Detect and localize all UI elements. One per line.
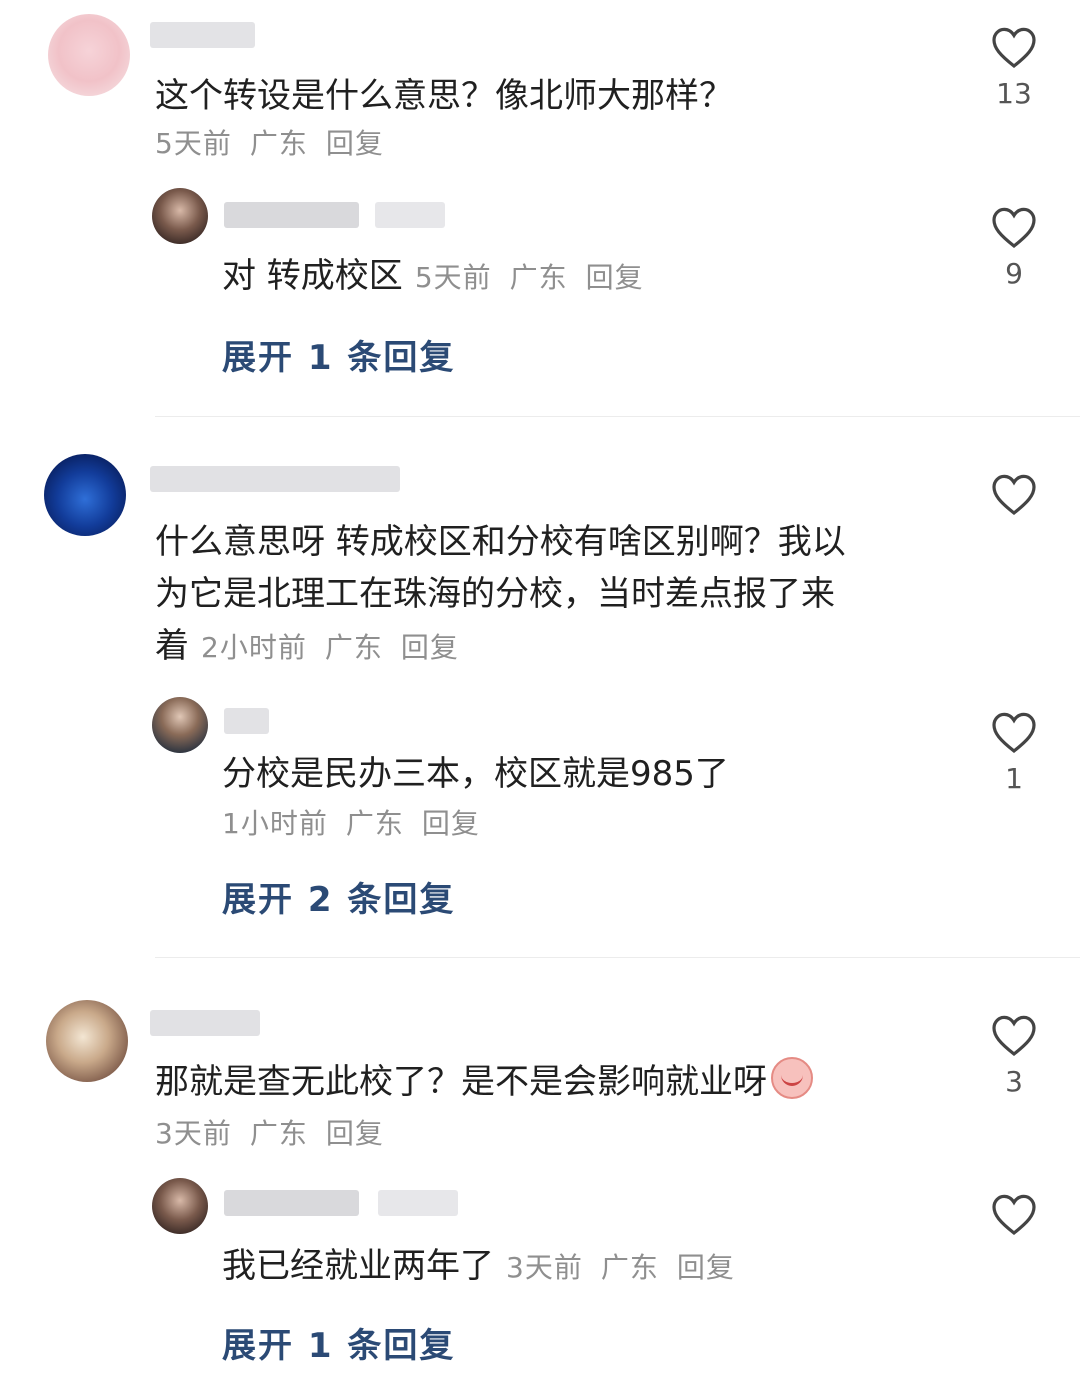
divider — [155, 957, 1080, 958]
heart-icon — [992, 474, 1036, 516]
reply-button[interactable]: 回复 — [326, 1117, 384, 1150]
reply-meta: 1小时前 广东 回复 — [222, 802, 498, 842]
reply-time: 1小时前 — [222, 807, 328, 840]
reply-like-button[interactable]: 9 — [982, 205, 1046, 290]
reply-button[interactable]: 回复 — [401, 631, 459, 664]
heart-icon — [992, 207, 1036, 249]
reply-location: 广东 — [345, 807, 404, 840]
reply-like-button[interactable] — [982, 1192, 1046, 1236]
reply-text: 对 转成校区 5天前 广东 回复 — [222, 250, 662, 304]
reply-button[interactable]: 回复 — [326, 127, 384, 160]
comment-text: 那就是查无此校了？是不是会影响就业呀 — [155, 1056, 813, 1108]
reply-like-count: 9 — [1005, 257, 1023, 290]
avatar[interactable] — [46, 1000, 128, 1082]
like-button[interactable] — [982, 472, 1046, 516]
comment-time: 5天前 — [155, 127, 232, 160]
reply-meta: 3天前 广东 回复 — [506, 1251, 753, 1284]
reply-location: 广东 — [509, 261, 568, 294]
reply-like-count: 1 — [1005, 762, 1023, 795]
avatar[interactable] — [44, 454, 126, 536]
comment-meta: 3天前 广东 回复 — [155, 1112, 402, 1152]
reply-author-tag-blurred — [378, 1190, 458, 1216]
reply-location: 广东 — [600, 1251, 659, 1284]
comment-location: 广东 — [249, 1117, 308, 1150]
comment-text-content: 着 — [155, 626, 189, 666]
reply-meta: 5天前 广东 回复 — [415, 261, 662, 294]
reply-reply-button[interactable]: 回复 — [586, 261, 644, 294]
reply-avatar[interactable] — [152, 697, 208, 753]
comment-meta: 2小时前 广东 回复 — [201, 631, 477, 664]
like-button[interactable]: 3 — [982, 1013, 1046, 1098]
crying-face-emoji-icon — [771, 1057, 813, 1099]
username-blurred[interactable] — [150, 466, 400, 492]
heart-icon — [992, 1015, 1036, 1057]
comment-text-line-3: 着 2小时前 广东 回复 — [155, 620, 477, 674]
reply-reply-button[interactable]: 回复 — [677, 1251, 735, 1284]
reply-time: 5天前 — [414, 261, 492, 294]
reply-avatar[interactable] — [152, 188, 208, 244]
like-button[interactable]: 13 — [982, 25, 1046, 110]
reply-text: 分校是民办三本，校区就是985了 — [222, 754, 729, 794]
heart-icon — [992, 27, 1036, 69]
comment-text-line-1: 什么意思呀 转成校区和分校有啥区别啊？我以 — [155, 522, 846, 562]
reply-username-blurred[interactable] — [224, 708, 269, 734]
comment-time: 2小时前 — [201, 631, 307, 664]
reply-avatar[interactable] — [152, 1178, 208, 1234]
comment-text-content: 那就是查无此校了？是不是会影响就业呀 — [155, 1062, 767, 1102]
avatar[interactable] — [48, 14, 130, 96]
expand-replies-link[interactable]: 展开 1 条回复 — [222, 1318, 455, 1367]
reply-author-tag-blurred — [375, 202, 445, 228]
reply-like-button[interactable]: 1 — [982, 710, 1046, 795]
comment-text-line-2: 为它是北理工在珠海的分校，当时差点报了来 — [155, 574, 835, 614]
reply-text-content: 对 转成校区 — [222, 256, 403, 296]
comment-location: 广东 — [249, 127, 308, 160]
like-count: 13 — [996, 77, 1032, 110]
comment-time: 3天前 — [155, 1117, 232, 1150]
expand-replies-link[interactable]: 展开 1 条回复 — [222, 330, 455, 379]
comment-meta: 5天前 广东 回复 — [155, 122, 402, 162]
reply-reply-button[interactable]: 回复 — [422, 807, 480, 840]
reply-username-blurred[interactable] — [224, 202, 359, 228]
comment-location: 广东 — [324, 631, 383, 664]
username-blurred[interactable] — [150, 1010, 260, 1036]
reply-text-content: 我已经就业两年了 — [222, 1246, 494, 1286]
comment-text: 这个转设是什么意思？像北师大那样？ — [155, 76, 733, 116]
username-blurred[interactable] — [150, 22, 255, 48]
heart-icon — [992, 712, 1036, 754]
divider — [155, 416, 1080, 417]
reply-username-blurred[interactable] — [224, 1190, 359, 1216]
heart-icon — [992, 1194, 1036, 1236]
reply-text: 我已经就业两年了 3天前 广东 回复 — [222, 1240, 753, 1294]
expand-replies-link[interactable]: 展开 2 条回复 — [222, 872, 455, 921]
reply-time: 3天前 — [506, 1251, 583, 1284]
like-count: 3 — [1005, 1065, 1023, 1098]
